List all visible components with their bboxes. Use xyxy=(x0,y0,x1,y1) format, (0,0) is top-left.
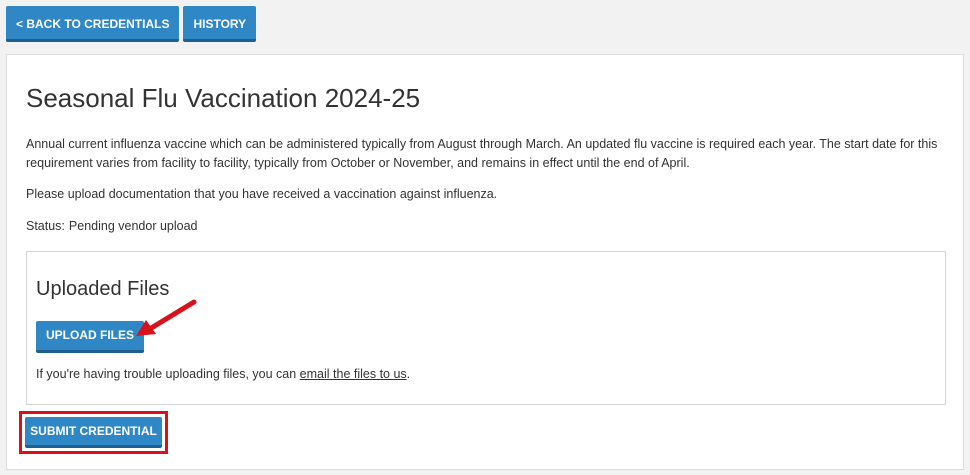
credential-description: Annual current influenza vaccine which c… xyxy=(26,137,938,170)
history-button[interactable]: HISTORY xyxy=(183,6,257,42)
top-toolbar: < BACK TO CREDENTIALS HISTORY xyxy=(6,6,257,42)
email-files-link[interactable]: email the files to us xyxy=(300,367,407,381)
status-label: Status: xyxy=(26,219,65,233)
status-line: Status: Pending vendor upload xyxy=(26,219,198,233)
submit-highlight-box: SUBMIT CREDENTIAL xyxy=(19,411,168,454)
page-title: Seasonal Flu Vaccination 2024-25 xyxy=(26,83,421,113)
upload-files-button[interactable]: UPLOAD FILES xyxy=(36,321,145,353)
upload-instructions: Please upload documentation that you hav… xyxy=(26,187,498,201)
back-to-credentials-button[interactable]: < BACK TO CREDENTIALS xyxy=(6,6,180,42)
help-suffix: . xyxy=(406,367,411,381)
credential-card: Seasonal Flu Vaccination 2024-25 Annual … xyxy=(6,54,964,470)
submit-credential-button[interactable]: SUBMIT CREDENTIAL xyxy=(25,417,162,448)
upload-help-text: If you're having trouble uploading files… xyxy=(36,367,410,381)
help-prefix: If you're having trouble uploading files… xyxy=(36,367,300,381)
red-arrow-annotation xyxy=(136,299,197,336)
status-value: Pending vendor upload xyxy=(68,219,198,233)
